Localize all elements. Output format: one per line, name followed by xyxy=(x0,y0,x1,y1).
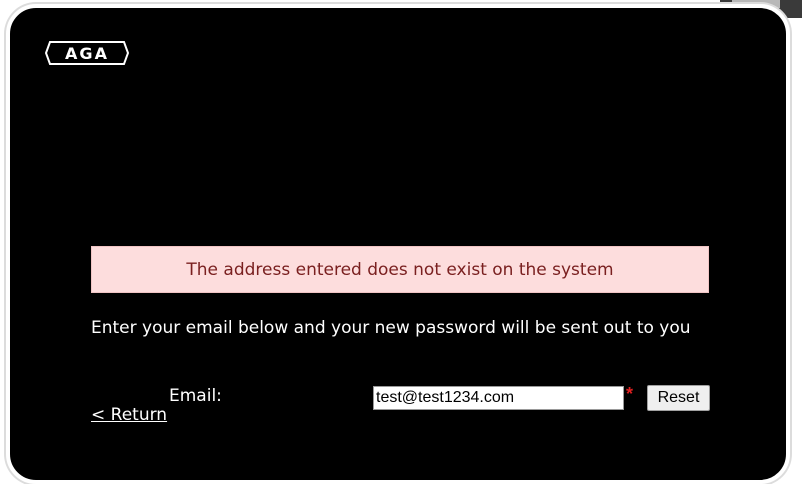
return-link[interactable]: < Return xyxy=(91,405,167,425)
email-label: Email: xyxy=(169,386,222,406)
login-panel: AGA The address entered does not exist o… xyxy=(6,4,790,484)
reset-button[interactable]: Reset xyxy=(647,385,710,411)
email-input[interactable] xyxy=(373,386,624,410)
error-message-box: The address entered does not exist on th… xyxy=(91,246,709,293)
error-message: The address entered does not exist on th… xyxy=(186,259,614,280)
required-marker: * xyxy=(626,384,634,404)
logo-text: AGA xyxy=(65,44,109,63)
instructions-text: Enter your email below and your new pass… xyxy=(91,318,691,338)
aga-logo: AGA xyxy=(44,41,130,65)
